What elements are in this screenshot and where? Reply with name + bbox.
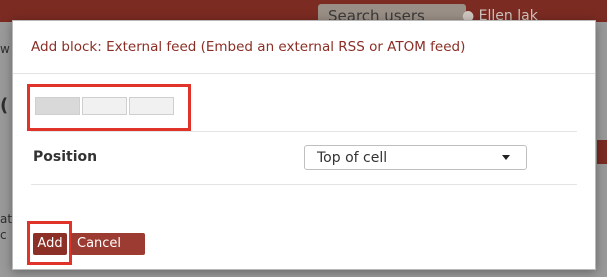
background-text-fragment: w <box>0 42 10 56</box>
tab-2[interactable] <box>82 97 127 115</box>
dialog-title: Add block: External feed (Embed an exter… <box>31 39 466 55</box>
tab-1[interactable] <box>35 97 80 115</box>
cancel-button[interactable]: Cancel <box>71 233 145 255</box>
add-button[interactable]: Add <box>33 233 67 255</box>
background-text-fragment: at <box>0 212 13 226</box>
chevron-down-icon <box>502 155 510 160</box>
position-label: Position <box>33 149 98 165</box>
dialog-header: Add block: External feed (Embed an exter… <box>13 21 595 74</box>
position-select[interactable]: Top of cell <box>304 145 527 170</box>
position-select-value: Top of cell <box>317 149 388 166</box>
background-text-fragment: ( <box>0 95 9 116</box>
divider <box>31 131 577 132</box>
divider <box>31 184 577 185</box>
background-text-fragment: c <box>0 228 7 242</box>
close-icon[interactable]: ✕ <box>575 33 587 49</box>
add-block-dialog: Add block: External feed (Embed an exter… <box>12 20 596 270</box>
tab-strip <box>35 97 174 115</box>
background-edge-block <box>597 140 607 164</box>
tab-3[interactable] <box>129 97 174 115</box>
